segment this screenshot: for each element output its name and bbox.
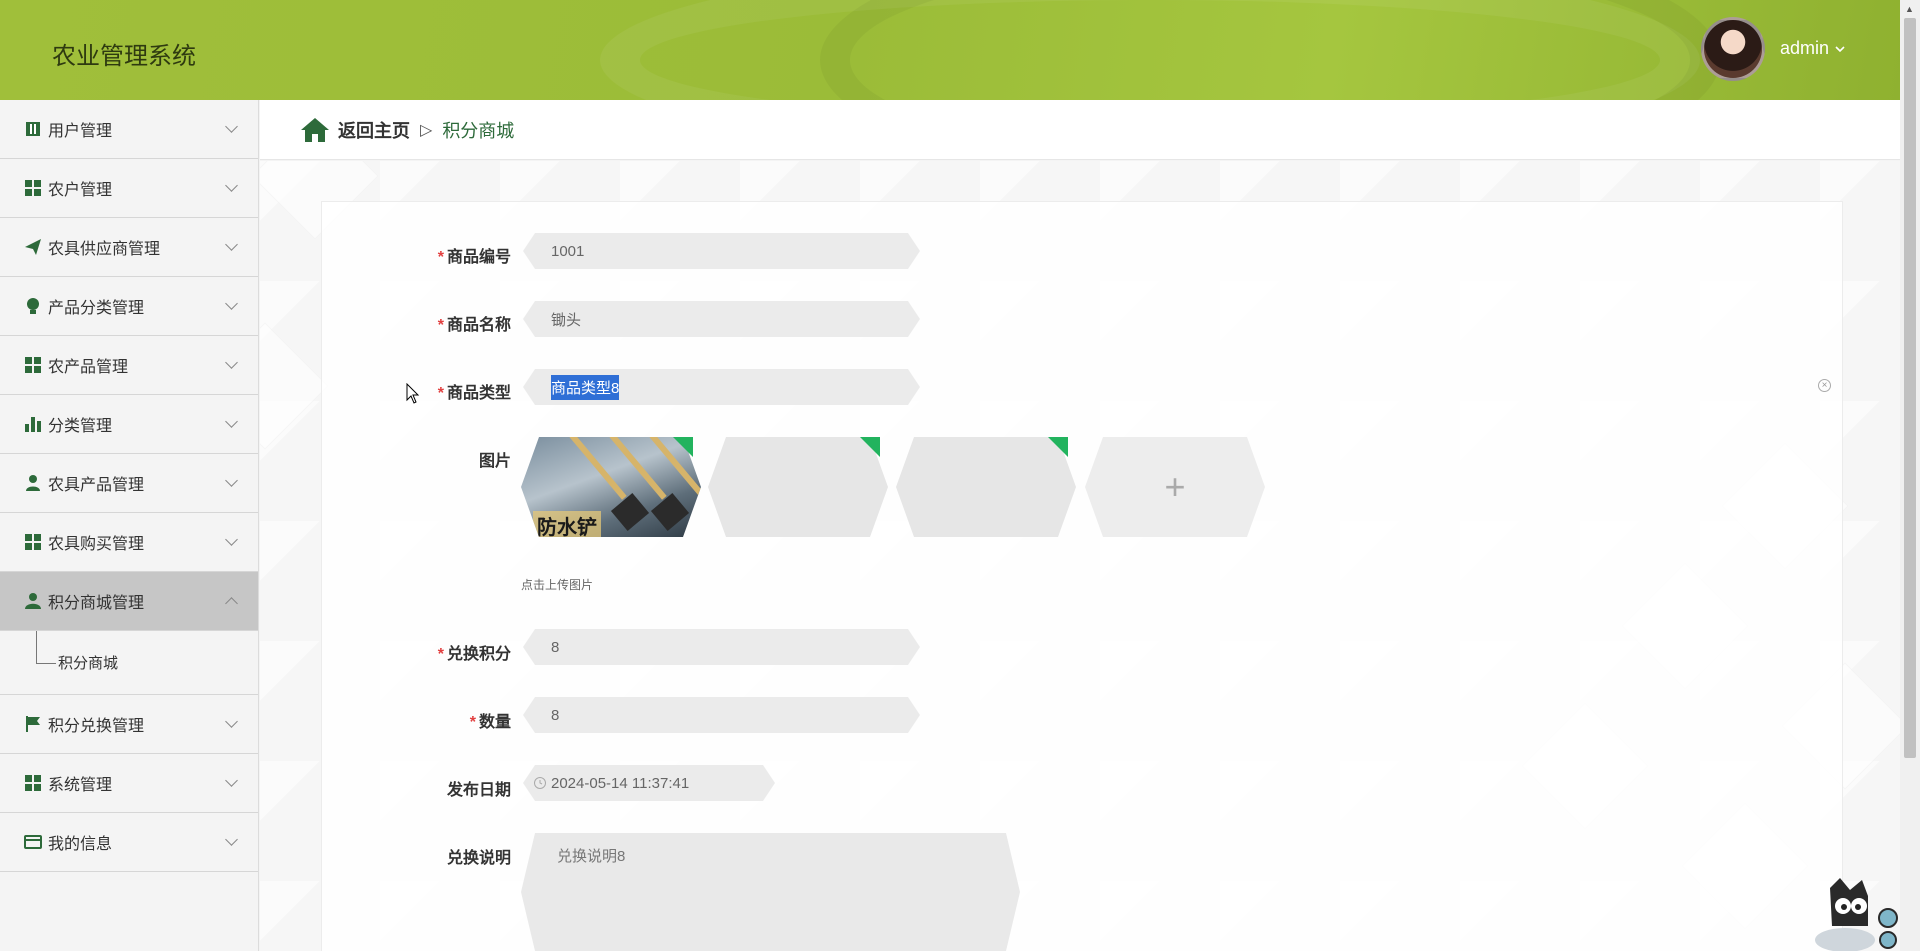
username: admin [1780,38,1830,58]
system-title: 农业管理系统 [52,42,196,70]
chevron-up-icon [225,597,238,610]
grid-icon [24,774,42,792]
header-decoration [820,0,1720,100]
sidebar-item-label: 农户管理 [48,182,113,199]
user-icon [24,474,42,492]
bulb-icon [24,297,42,315]
sidebar-item-label: 农产品管理 [48,359,129,376]
grid-icon [24,179,42,197]
sidebar-item-label: 农具购买管理 [48,536,145,553]
book-icon [24,120,42,138]
breadcrumb-separator: ▷ [420,121,433,139]
sidebar-item-tool-product-management[interactable]: 农具产品管理 [0,454,258,513]
sidebar-item-supplier-management[interactable]: 农具供应商管理 [0,218,258,277]
sidebar-item-agri-product-management[interactable]: 农产品管理 [0,336,258,395]
home-icon[interactable] [300,117,330,143]
clock-icon [533,776,547,790]
field-label-name: * 商品名称 [437,317,511,334]
product-code-input[interactable]: 1001 [523,233,920,269]
bar-chart-icon [24,415,42,433]
chevron-down-icon [225,715,238,728]
description-textarea[interactable]: 兑换说明8 [521,833,1020,951]
chevron-down-icon [225,474,238,487]
field-label-type: * 商品类型 [437,385,511,402]
product-type-input[interactable]: 商品类型8 [523,369,920,405]
field-label-code: * 商品编号 [437,249,511,266]
sidebar-item-user-management[interactable]: 用户管理 [0,100,258,159]
sidebar-subitem-points-mall[interactable]: 积分商城 [0,631,258,695]
sidebar-item-label: 产品分类管理 [48,300,145,317]
breadcrumb-current: 积分商城 [442,120,515,141]
chevron-down-icon [225,179,238,192]
clear-icon[interactable]: × [1818,379,1831,392]
sidebar-item-label: 积分兑换管理 [48,718,145,735]
sidebar-item-system-management[interactable]: 系统管理 [0,754,258,813]
chevron-down-icon [225,415,238,428]
top-header: 农业管理系统 admin [0,0,1900,100]
user-menu[interactable]: admin [1780,38,1845,59]
field-label-description: 兑换说明 [446,850,511,867]
chevron-down-icon [225,238,238,251]
uploaded-image-1[interactable]: 防水铲 [521,437,701,537]
avatar[interactable] [1701,17,1765,81]
quantity-input[interactable]: 8 [523,697,920,733]
sidebar-item-label: 用户管理 [48,123,113,140]
chevron-down-icon [225,833,238,846]
scrollbar-thumb[interactable] [1904,18,1916,758]
scroll-up-icon[interactable]: ▲ [1905,4,1914,14]
uploaded-image-2[interactable] [708,437,888,537]
main-content [260,161,1900,951]
chevron-down-icon [225,533,238,546]
upload-add-button[interactable]: + [1085,437,1265,537]
points-input[interactable]: 8 [523,629,920,665]
sidebar-subitem-label: 积分商城 [58,655,119,672]
sidebar: 用户管理 农户管理 农具供应商管理 产品分类管理 农产品管理 分类管理 农具产品… [0,100,259,951]
chevron-down-icon [225,356,238,369]
mascot-icon [1815,878,1898,951]
flag-icon [24,715,42,733]
field-label-points: * 兑换积分 [437,646,511,663]
sidebar-item-label: 农具产品管理 [48,477,145,494]
uploaded-image-3[interactable] [896,437,1076,537]
sidebar-item-my-info[interactable]: 我的信息 [0,813,258,872]
sidebar-item-category-management[interactable]: 分类管理 [0,395,258,454]
sidebar-item-points-exchange-management[interactable]: 积分兑换管理 [0,695,258,754]
paper-plane-icon [24,238,42,256]
sidebar-item-label: 分类管理 [48,418,113,435]
plus-icon: + [1164,466,1186,507]
field-label-quantity: * 数量 [469,714,511,731]
shovel-blade [650,493,690,531]
sidebar-item-farmer-management[interactable]: 农户管理 [0,159,258,218]
card-icon [24,833,42,851]
chevron-down-icon [1835,45,1845,52]
publish-date-input[interactable]: 2024-05-14 11:37:41 [523,765,775,801]
sidebar-item-label: 农具供应商管理 [48,241,161,258]
sidebar-item-points-mall-management[interactable]: 积分商城管理 [0,572,258,631]
sidebar-item-label: 积分商城管理 [48,595,145,612]
breadcrumb-home-link[interactable]: 返回主页 [338,117,410,143]
chevron-down-icon [225,297,238,310]
field-label-date: 发布日期 [446,782,511,799]
grid-icon [24,533,42,551]
field-label-image: 图片 [478,453,511,470]
background-tile [260,322,329,450]
sidebar-item-label: 系统管理 [48,777,113,794]
shovel-blade [610,493,650,531]
breadcrumb: 返回主页 ▷ 积分商城 [260,100,1900,160]
upload-hint: 点击上传图片 [521,578,594,592]
chevron-down-icon [225,774,238,787]
user-icon [24,592,42,610]
chevron-down-icon [225,120,238,133]
mouse-cursor-icon [406,383,420,404]
grid-icon [24,356,42,374]
sidebar-item-label: 我的信息 [48,836,113,853]
sidebar-item-tool-purchase-management[interactable]: 农具购买管理 [0,513,258,572]
sidebar-item-product-category-management[interactable]: 产品分类管理 [0,277,258,336]
image-caption: 防水铲 [533,511,601,537]
product-name-input[interactable]: 锄头 [523,301,920,337]
